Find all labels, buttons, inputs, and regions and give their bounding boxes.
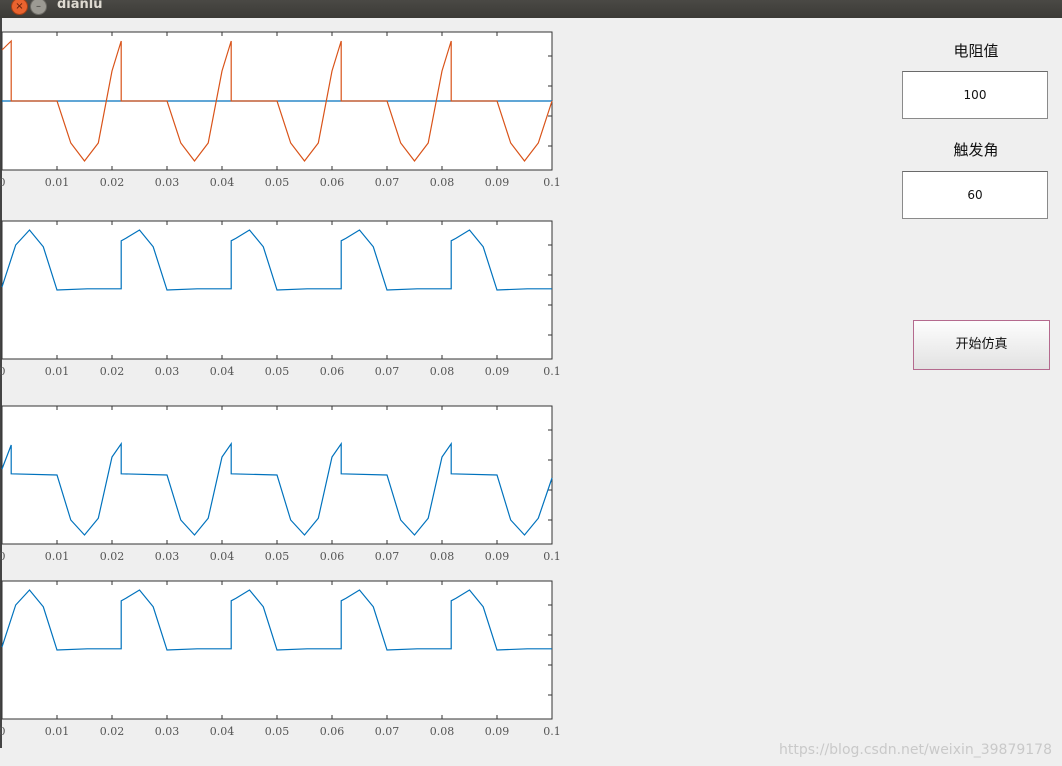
window-titlebar: × – dianlu — [0, 0, 1062, 18]
x-tick-label: 0.06 — [320, 550, 345, 563]
x-tick-label: 0.09 — [485, 365, 510, 378]
x-tick-label: 0.07 — [375, 550, 400, 563]
x-tick-label: 0.02 — [100, 725, 125, 738]
watermark: https://blog.csdn.net/weixin_39879178 — [778, 742, 1052, 758]
resistance-input[interactable]: 100 — [902, 71, 1048, 119]
x-tick-label: 0.08 — [430, 365, 455, 378]
x-tick-label: 0.04 — [210, 365, 235, 378]
x-tick-label: 0.08 — [430, 725, 455, 738]
x-tick-label: 0.1 — [543, 550, 561, 563]
x-tick-label: 0.06 — [320, 176, 345, 189]
x-tick-label: 0.05 — [265, 365, 290, 378]
x-tick-label: 0.03 — [155, 550, 180, 563]
x-tick-label: 0.09 — [485, 550, 510, 563]
x-tick-label: 0 — [0, 176, 6, 189]
resistance-label: 电阻值 — [953, 42, 999, 60]
x-tick-label: 0.09 — [485, 725, 510, 738]
x-tick-label: 0.01 — [45, 365, 70, 378]
x-tick-label: 0.1 — [543, 176, 561, 189]
x-tick-label: 0 — [0, 365, 6, 378]
window-title: dianlu — [57, 0, 103, 12]
x-tick-label: 0.05 — [265, 725, 290, 738]
axes-3[interactable]: 0 0.01 0.02 0.03 0.04 0.05 0.06 0.07 0.08 0.09 0.1 — [0, 405, 561, 563]
x-tick-label: 0.04 — [210, 550, 235, 563]
firing-angle-input[interactable]: 60 — [902, 171, 1048, 219]
x-tick-label: 0.1 — [543, 365, 561, 378]
x-tick-label: 0.01 — [45, 725, 70, 738]
axes-2[interactable]: 0 0.01 0.02 0.03 0.04 0.05 0.06 0.07 0.08 0.09 0.1 — [0, 220, 561, 378]
x-tick-label: 0.06 — [320, 365, 345, 378]
x-tick-label: 0.03 — [155, 176, 180, 189]
start-simulation-button[interactable]: 开始仿真 — [913, 320, 1050, 370]
x-tick-label: 0.02 — [100, 550, 125, 563]
x-tick-label: 0.02 — [100, 176, 125, 189]
x-tick-label: 0.1 — [543, 725, 561, 738]
x-tick-label: 0.04 — [210, 725, 235, 738]
chart-svg: 0 0.01 0.02 0.03 0.04 0.05 0.06 0.07 0.08 0.09 0.1 — [0, 220, 561, 378]
x-tick-label: 0.05 — [265, 550, 290, 563]
x-tick-label: 0.07 — [375, 725, 400, 738]
x-tick-label: 0 — [0, 550, 6, 563]
x-tick-label: 0 — [0, 725, 6, 738]
x-tick-label: 0.03 — [155, 365, 180, 378]
x-tick-label: 0.05 — [265, 176, 290, 189]
chart-svg: 0 0.01 0.02 0.03 0.04 0.05 0.06 0.07 0.08 0.09 0.1 — [0, 405, 561, 563]
x-tick-label: 0.07 — [375, 365, 400, 378]
x-tick-label: 0.08 — [430, 176, 455, 189]
chart-svg: 0 0.01 0.02 0.03 0.04 0.05 0.06 0.07 0.08 0.09 0.1 — [0, 31, 561, 189]
x-tick-label: 0.03 — [155, 725, 180, 738]
x-tick-label: 0.04 — [210, 176, 235, 189]
x-tick-label: 0.09 — [485, 176, 510, 189]
x-tick-label: 0.08 — [430, 550, 455, 563]
x-tick-label: 0.07 — [375, 176, 400, 189]
axes-1[interactable]: 0 0.01 0.02 0.03 0.04 0.05 0.06 0.07 0.08 0.09 0.1 — [0, 31, 561, 189]
close-icon[interactable]: × — [11, 0, 28, 15]
x-tick-label: 0.01 — [45, 550, 70, 563]
x-tick-label: 0.01 — [45, 176, 70, 189]
chart-svg: 0 0.01 0.02 0.03 0.04 0.05 0.06 0.07 0.08 0.09 0.1 — [0, 580, 561, 738]
firing-angle-label: 触发角 — [953, 141, 999, 159]
x-tick-label: 0.06 — [320, 725, 345, 738]
x-tick-label: 0.02 — [100, 365, 125, 378]
minimize-icon[interactable]: – — [30, 0, 47, 15]
axes-4[interactable]: 0 0.01 0.02 0.03 0.04 0.05 0.06 0.07 0.08 0.09 0.1 — [0, 580, 561, 738]
